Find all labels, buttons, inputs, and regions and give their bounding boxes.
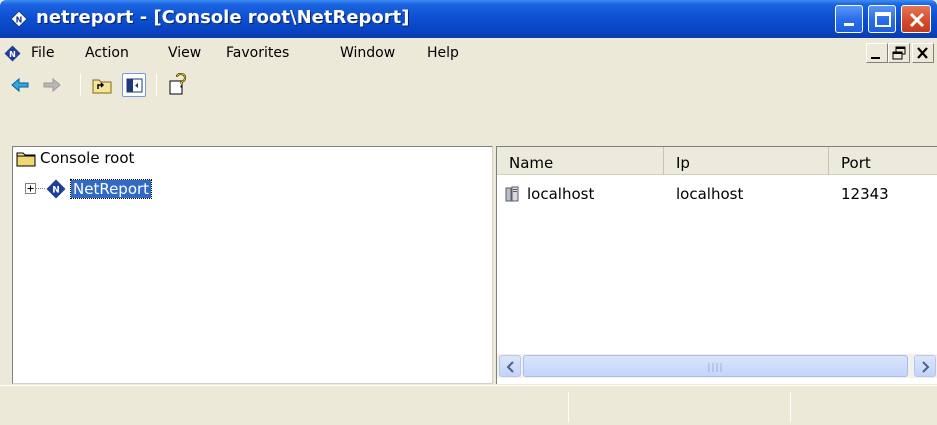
close-icon: [909, 12, 925, 28]
title-bar[interactable]: N netreport - [Console root\NetReport]: [0, 0, 937, 38]
menu-window[interactable]: Window: [340, 45, 395, 61]
svg-text:N: N: [9, 50, 16, 59]
toolbar-separator: [156, 74, 157, 96]
minimize-icon: [844, 23, 854, 26]
netreport-node-icon: N: [46, 179, 66, 199]
list-header: Name Ip Port: [497, 147, 937, 175]
plus-icon: [27, 185, 34, 192]
up-one-level-icon: [92, 79, 112, 94]
menu-help[interactable]: Help: [427, 45, 459, 61]
chevron-left-icon: [506, 361, 514, 373]
chevron-right-icon: [922, 361, 930, 373]
forward-arrow-icon: [43, 77, 61, 93]
column-header-port[interactable]: Port: [829, 147, 937, 175]
close-button[interactable]: [901, 5, 931, 33]
minimize-button[interactable]: [835, 5, 863, 33]
tree-item-console-root[interactable]: Console root: [40, 149, 134, 167]
help-icon: [169, 73, 187, 95]
back-arrow-icon: [11, 77, 29, 93]
server-icon: [505, 186, 519, 202]
scroll-right-button[interactable]: [914, 355, 936, 377]
toolbar-separator: [80, 74, 81, 96]
mdi-close-button[interactable]: [912, 43, 934, 63]
horizontal-scrollbar[interactable]: ||||: [497, 354, 937, 378]
close-icon: [917, 47, 928, 59]
menu-bar: N File Action View Favorites Window Help: [0, 38, 937, 68]
toolbar: [0, 68, 937, 146]
tree-item-netreport[interactable]: NetReport: [69, 179, 153, 199]
menu-favorites[interactable]: Favorites: [226, 45, 289, 61]
restore-icon: [892, 46, 906, 60]
folder-icon: [16, 152, 36, 167]
netreport-app-icon: N: [10, 10, 28, 28]
maximize-button[interactable]: [868, 5, 896, 33]
column-header-ip[interactable]: Ip: [664, 147, 829, 175]
back-button[interactable]: [8, 73, 32, 97]
document-system-menu-icon[interactable]: N: [4, 45, 21, 62]
status-bar: [0, 385, 937, 425]
menu-view[interactable]: View: [168, 45, 201, 61]
cell-ip: localhost: [676, 185, 744, 203]
details-list-pane[interactable]: Name Ip Port localhost localhost 12343 |…: [496, 146, 937, 384]
cell-name: localhost: [527, 185, 595, 203]
svg-text:N: N: [52, 186, 60, 196]
svg-text:N: N: [16, 16, 23, 25]
status-divider: [568, 392, 569, 422]
menu-file[interactable]: File: [31, 45, 54, 61]
window-title: netreport - [Console root\NetReport]: [36, 7, 410, 28]
list-item[interactable]: localhost localhost 12343: [497, 177, 937, 203]
menu-action[interactable]: Action: [85, 45, 129, 61]
mdi-minimize-button[interactable]: [866, 43, 888, 63]
scroll-thumb[interactable]: ||||: [523, 355, 908, 377]
minimize-icon: [871, 57, 880, 59]
forward-button[interactable]: [40, 73, 64, 97]
cell-port: 12343: [841, 185, 889, 203]
status-divider: [790, 392, 791, 422]
maximize-icon: [875, 12, 891, 27]
up-one-level-button[interactable]: [90, 73, 114, 97]
console-tree-pane[interactable]: Console root N NetReport: [12, 146, 493, 384]
mdi-restore-button[interactable]: [888, 43, 910, 63]
grip-icon: ||||: [707, 363, 724, 373]
tree-expand-toggle[interactable]: [25, 183, 36, 194]
column-header-name[interactable]: Name: [497, 147, 664, 175]
show-hide-console-tree-icon: [126, 78, 143, 93]
help-button[interactable]: [166, 73, 190, 97]
scroll-left-button[interactable]: [499, 355, 521, 377]
tree-connector-line: [36, 188, 45, 189]
show-hide-console-tree-button[interactable]: [122, 73, 146, 97]
